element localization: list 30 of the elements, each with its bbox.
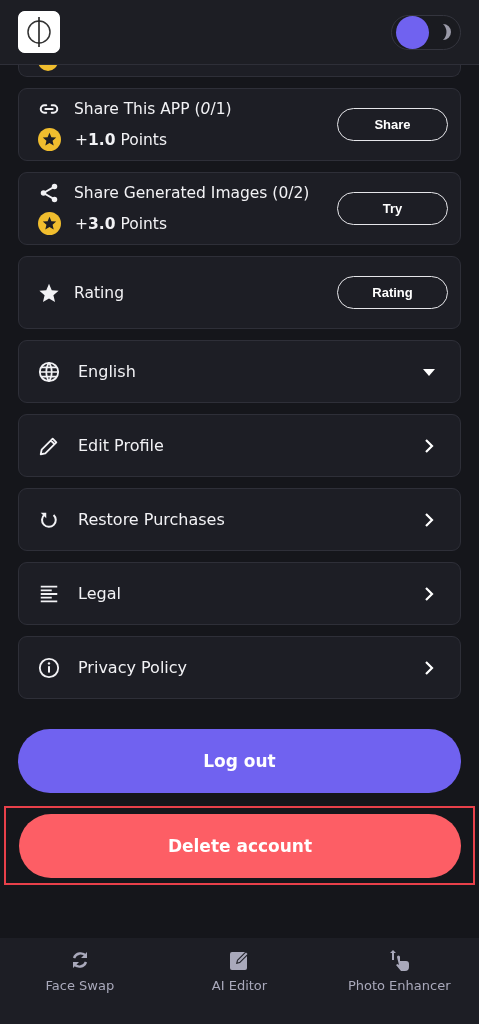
- info-icon: [38, 656, 60, 679]
- chevron-right-icon: [422, 586, 436, 601]
- chevron-right-icon: [422, 438, 436, 453]
- settings-row[interactable]: Privacy Policy: [18, 636, 461, 699]
- log-out-button[interactable]: Log out: [18, 729, 461, 793]
- settings-row[interactable]: Legal: [18, 562, 461, 625]
- chevron-right-icon: [422, 512, 436, 527]
- settings-row[interactable]: English: [18, 340, 461, 403]
- settings-label: Privacy Policy: [78, 658, 189, 677]
- reward-points: +1.0 Points: [75, 130, 167, 149]
- nav-tab[interactable]: Face Swap: [0, 938, 160, 1024]
- star-coin-icon: [38, 128, 61, 151]
- star-coin-icon: [38, 212, 61, 235]
- settings-label: Edit Profile: [78, 436, 165, 455]
- globe-icon: [38, 360, 60, 383]
- reward-points: +3.0 Points: [75, 214, 167, 233]
- settings-label: Restore Purchases: [78, 510, 226, 529]
- share-icon: [38, 182, 60, 204]
- reward-title: Share This APP (0/1): [74, 100, 232, 118]
- nav-tab[interactable]: AI Editor: [159, 938, 320, 1024]
- theme-toggle[interactable]: [391, 14, 461, 50]
- reward-title: Rating: [74, 283, 124, 302]
- nav-tab[interactable]: Photo Enhancer: [319, 938, 479, 1024]
- reward-title: Share Generated Images (0/2): [74, 184, 310, 202]
- settings-row[interactable]: Restore Purchases: [18, 488, 461, 551]
- settings-label: English: [78, 362, 137, 381]
- chevron-right-icon: [422, 660, 436, 675]
- settings-label: Legal: [78, 584, 122, 603]
- app-logo-icon: [18, 11, 60, 53]
- settings-row[interactable]: Edit Profile: [18, 414, 461, 477]
